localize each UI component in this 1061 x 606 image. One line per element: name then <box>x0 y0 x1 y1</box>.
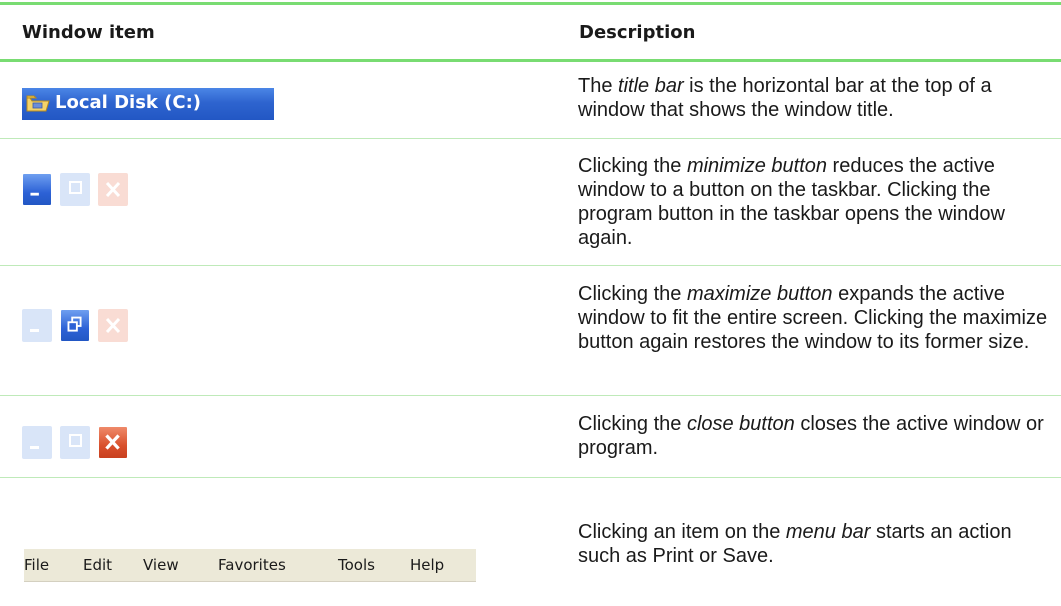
folder-icon <box>26 95 50 112</box>
menu-item-favorites: Favorites <box>218 556 286 574</box>
menu-item-tools: Tools <box>338 556 375 574</box>
desc-text: Clicking the <box>578 283 687 305</box>
row-description: Clicking the minimize button reduces the… <box>578 154 1056 250</box>
maximize-icon <box>60 309 90 342</box>
menu-item-help: Help <box>410 556 445 574</box>
minimize-icon <box>22 309 52 342</box>
row-description: Clicking an item on the menu bar starts … <box>578 520 1056 568</box>
menu-item-view: View <box>143 556 179 574</box>
row-description: Clicking the maximize button expands the… <box>578 282 1056 354</box>
maximize-icon <box>60 426 90 459</box>
desc-term: close button <box>686 413 795 435</box>
desc-text: Clicking the <box>578 155 687 177</box>
desc-text: Clicking an item on the <box>578 521 786 543</box>
desc-term: minimize button <box>686 155 827 177</box>
row-divider <box>0 477 1061 478</box>
minimize-button-sample <box>22 173 154 208</box>
title-bar-sample: Local Disk (C:) <box>22 88 274 120</box>
desc-term: title bar <box>618 75 684 97</box>
row-divider <box>0 138 1061 139</box>
minimize-icon <box>22 173 52 206</box>
desc-text: The <box>578 75 619 97</box>
desc-term: maximize button <box>686 283 833 305</box>
row-divider <box>0 395 1061 396</box>
close-icon <box>98 426 128 459</box>
minimize-icon <box>22 426 52 459</box>
close-icon <box>98 173 128 206</box>
title-bar-text: Local Disk (C:) <box>55 92 202 113</box>
close-icon <box>98 309 128 342</box>
row-divider <box>0 265 1061 266</box>
menu-item-file: File <box>24 556 50 574</box>
table-header: Window item Description <box>0 5 1061 59</box>
maximize-icon <box>60 173 90 206</box>
menu-bar-sample: File Edit View Favorites Tools Help <box>24 549 476 582</box>
header-description: Description <box>579 22 696 43</box>
header-window-item: Window item <box>22 22 155 43</box>
menu-item-edit: Edit <box>83 556 113 574</box>
maximize-button-sample <box>22 309 154 344</box>
close-button-sample <box>22 426 154 461</box>
desc-term: menu bar <box>785 521 871 543</box>
desc-text: Clicking the <box>578 413 687 435</box>
table-header-rule <box>0 59 1061 62</box>
row-description: Clicking the close button closes the act… <box>578 412 1056 460</box>
row-description: The title bar is the horizontal bar at t… <box>578 74 1056 122</box>
